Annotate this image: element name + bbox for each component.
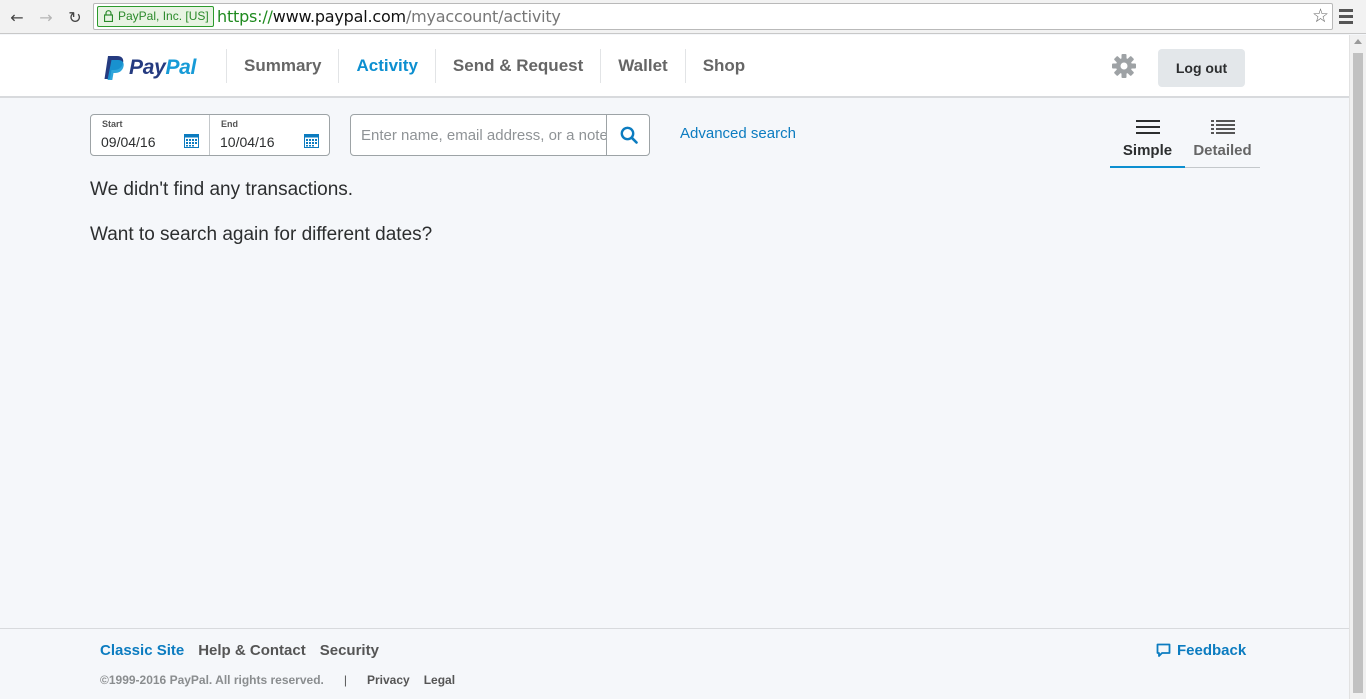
- nav-send-request[interactable]: Send & Request: [434, 49, 600, 83]
- copyright-text: ©1999-2016 PayPal. All rights reserved.: [100, 673, 324, 687]
- paypal-p-icon: [104, 56, 124, 80]
- logout-button[interactable]: Log out: [1158, 49, 1245, 87]
- start-date-value[interactable]: 09/04/16: [101, 134, 156, 150]
- bookmark-star-icon[interactable]: ☆: [1312, 5, 1329, 27]
- detailed-list-icon: [1211, 120, 1235, 134]
- footer-divider: |: [343, 673, 347, 687]
- end-date-value[interactable]: 10/04/16: [220, 134, 275, 150]
- scroll-up-arrow-icon[interactable]: [1354, 39, 1362, 44]
- url-text[interactable]: https://www.paypal.com/myaccount/activit…: [217, 7, 561, 27]
- nav-summary[interactable]: Summary: [226, 49, 338, 83]
- forward-arrow-icon[interactable]: →: [35, 6, 57, 28]
- nav-shop[interactable]: Shop: [684, 49, 763, 83]
- simple-list-icon: [1136, 120, 1160, 134]
- security-link[interactable]: Security: [320, 642, 379, 659]
- transaction-search: [350, 114, 650, 156]
- address-bar[interactable]: PayPal, Inc. [US] https://www.paypal.com…: [93, 3, 1333, 30]
- end-date-field[interactable]: End 10/04/16: [210, 115, 329, 155]
- ev-label: PayPal, Inc. [US]: [118, 9, 209, 23]
- start-date-label: Start: [102, 119, 123, 129]
- footer-legal-line: ©1999-2016 PayPal. All rights reserved. …: [100, 673, 469, 687]
- search-button[interactable]: [608, 115, 649, 155]
- scroll-thumb[interactable]: [1353, 53, 1363, 693]
- simple-view-label: Simple: [1122, 142, 1173, 159]
- feedback-link[interactable]: Feedback: [1156, 642, 1246, 659]
- browser-menu-icon[interactable]: [1339, 9, 1353, 27]
- url-host: www.paypal.com: [272, 7, 406, 26]
- legal-link[interactable]: Legal: [424, 673, 455, 687]
- gear-icon[interactable]: [1111, 53, 1137, 79]
- feedback-label: Feedback: [1177, 642, 1247, 659]
- paypal-logo[interactable]: PayPal: [103, 55, 196, 81]
- start-date-field[interactable]: Start 09/04/16: [91, 115, 210, 155]
- no-transactions-message: We didn't find any transactions.: [90, 179, 354, 200]
- reload-icon[interactable]: ↻: [64, 6, 86, 28]
- search-icon: [620, 126, 638, 144]
- browser-toolbar: ← → ↻ PayPal, Inc. [US] https://www.payp…: [0, 0, 1366, 34]
- privacy-link[interactable]: Privacy: [367, 673, 410, 687]
- simple-view-tab[interactable]: Simple: [1110, 113, 1185, 168]
- main-nav: Summary Activity Send & Request Wallet S…: [226, 49, 762, 83]
- calendar-icon[interactable]: [184, 133, 199, 148]
- view-toggle: Simple Detailed: [1110, 113, 1260, 168]
- search-again-message: Want to search again for different dates…: [90, 224, 433, 245]
- detailed-view-tab[interactable]: Detailed: [1185, 113, 1260, 168]
- ev-certificate-badge[interactable]: PayPal, Inc. [US]: [97, 6, 214, 27]
- help-contact-link[interactable]: Help & Contact: [198, 642, 306, 659]
- detailed-view-label: Detailed: [1193, 142, 1252, 159]
- calendar-icon[interactable]: [304, 133, 319, 148]
- advanced-search-link[interactable]: Advanced search: [680, 125, 796, 142]
- url-scheme: https://: [217, 7, 273, 26]
- footer-links: Classic Site Help & Contact Security: [100, 642, 379, 659]
- date-range-picker: Start 09/04/16 End 10/04/16: [90, 114, 330, 156]
- feedback-speech-bubble-icon: [1156, 643, 1171, 657]
- nav-activity[interactable]: Activity: [338, 49, 434, 83]
- page-scrollbar[interactable]: [1349, 35, 1366, 699]
- nav-wallet[interactable]: Wallet: [600, 49, 684, 83]
- classic-site-link[interactable]: Classic Site: [100, 642, 184, 659]
- site-header: PayPal Summary Activity Send & Request W…: [0, 35, 1349, 98]
- back-arrow-icon[interactable]: ←: [6, 6, 28, 28]
- paypal-wordmark: PayPal: [129, 56, 197, 79]
- end-date-label: End: [221, 119, 238, 129]
- site-footer: Classic Site Help & Contact Security Fee…: [0, 628, 1349, 699]
- lock-icon: [104, 10, 113, 22]
- url-path: /myaccount/activity: [405, 7, 561, 26]
- search-input[interactable]: [351, 115, 607, 155]
